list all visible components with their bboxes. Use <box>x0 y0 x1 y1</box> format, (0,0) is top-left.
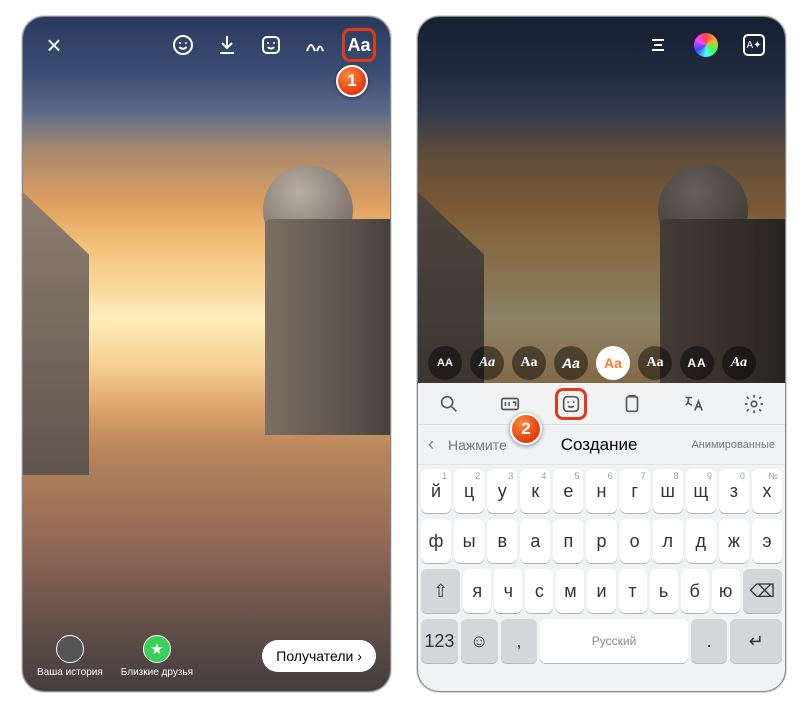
key-ь[interactable]: ь <box>650 569 678 613</box>
key-д[interactable]: д <box>686 519 716 563</box>
key-м[interactable]: м <box>556 569 584 613</box>
prev-suggestion[interactable]: ‹ <box>428 434 434 455</box>
font-chip[interactable]: Aa <box>638 346 672 380</box>
suggestion-bar: ‹ Нажмите Создание Анимированные <box>418 425 785 465</box>
shift-key[interactable]: ⇧ <box>421 569 460 613</box>
font-chip[interactable]: Aa <box>470 346 504 380</box>
key-н[interactable]: 6н <box>586 469 616 513</box>
align-icon[interactable] <box>641 28 675 62</box>
key-с[interactable]: с <box>525 569 553 613</box>
suggestion-hint[interactable]: Нажмите <box>448 437 507 453</box>
avatar-icon <box>56 635 84 663</box>
keyboard-toolbar <box>418 383 785 425</box>
key-в[interactable]: в <box>487 519 517 563</box>
key-ф[interactable]: ф <box>421 519 451 563</box>
sticker-keyboard-button[interactable] <box>555 388 587 420</box>
text-entry-screen: A✦ AA Aa Aa Aa Aa Aa AA Aa <box>417 16 786 692</box>
clipboard-icon[interactable] <box>616 388 648 420</box>
key-ч[interactable]: ч <box>494 569 522 613</box>
key-у[interactable]: 3у <box>487 469 517 513</box>
enter-key[interactable]: ↵ <box>730 619 782 663</box>
settings-icon[interactable] <box>738 388 770 420</box>
color-wheel-icon[interactable] <box>689 28 723 62</box>
key-т[interactable]: т <box>619 569 647 613</box>
keyboard-panel: 2 ‹ Нажмите Создание Анимированные 1й2ц3… <box>418 383 785 691</box>
key-ш[interactable]: 8ш <box>653 469 683 513</box>
annotation-marker-1: 1 <box>336 65 368 97</box>
text-tool-button[interactable]: Aa <box>342 28 376 62</box>
key-к[interactable]: 4к <box>520 469 550 513</box>
face-filter-icon[interactable] <box>166 28 200 62</box>
key-ж[interactable]: ж <box>719 519 749 563</box>
font-chip-active[interactable]: Aa <box>596 346 630 380</box>
keyboard-keys: 1й2ц3у4к5е6н7г8ш9щ0з№х фывапролджэ ⇧ ячс… <box>418 465 785 691</box>
key-я[interactable]: я <box>463 569 491 613</box>
your-story-label: Ваша история <box>37 667 103 678</box>
numbers-key[interactable]: 123 <box>421 619 458 663</box>
key-а[interactable]: а <box>520 519 550 563</box>
key-э[interactable]: э <box>752 519 782 563</box>
close-friends-button[interactable]: ★ Близкие друзья <box>121 635 193 678</box>
space-key[interactable]: Русский <box>540 619 687 663</box>
editor-toolbar: × Aa <box>23 17 390 73</box>
text-toolbar: A✦ <box>418 17 785 73</box>
suggestion-main[interactable]: Создание <box>561 435 638 455</box>
font-chip[interactable]: Aa <box>512 346 546 380</box>
sticker-icon[interactable] <box>254 28 288 62</box>
key-л[interactable]: л <box>653 519 683 563</box>
text-effects-icon[interactable]: A✦ <box>737 28 771 62</box>
key-щ[interactable]: 9щ <box>686 469 716 513</box>
story-editor-screen: × Aa 1 Ваша история ★ Близкие друзья Пол… <box>22 16 391 692</box>
suggestion-alt[interactable]: Анимированные <box>691 439 775 451</box>
comma-key[interactable]: , <box>501 619 538 663</box>
key-б[interactable]: б <box>681 569 709 613</box>
font-style-row[interactable]: AA Aa Aa Aa Aa Aa AA Aa <box>418 343 785 383</box>
key-ю[interactable]: ю <box>712 569 740 613</box>
chevron-right-icon: › <box>357 648 362 664</box>
star-icon: ★ <box>143 635 171 663</box>
key-о[interactable]: о <box>620 519 650 563</box>
close-button[interactable]: × <box>37 28 71 62</box>
recipients-button[interactable]: Получатели › <box>262 640 376 672</box>
key-е[interactable]: 5е <box>553 469 583 513</box>
draw-icon[interactable] <box>298 28 332 62</box>
key-х[interactable]: №х <box>752 469 782 513</box>
key-и[interactable]: и <box>587 569 615 613</box>
download-icon[interactable] <box>210 28 244 62</box>
key-з[interactable]: 0з <box>719 469 749 513</box>
key-п[interactable]: п <box>553 519 583 563</box>
your-story-button[interactable]: Ваша история <box>37 635 103 678</box>
key-г[interactable]: 7г <box>620 469 650 513</box>
key-ц[interactable]: 2ц <box>454 469 484 513</box>
key-ы[interactable]: ы <box>454 519 484 563</box>
backspace-key[interactable]: ⌫ <box>743 569 782 613</box>
font-chip[interactable]: Aa <box>554 346 588 380</box>
font-chip[interactable]: AA <box>428 346 462 380</box>
key-р[interactable]: р <box>586 519 616 563</box>
search-icon[interactable] <box>433 388 465 420</box>
emoji-key[interactable]: ☺ <box>461 619 498 663</box>
font-chip[interactable]: AA <box>680 346 714 380</box>
bg-shape <box>265 219 390 435</box>
share-bar: Ваша история ★ Близкие друзья Получатели… <box>23 621 390 691</box>
close-friends-label: Близкие друзья <box>121 667 193 678</box>
period-key[interactable]: . <box>691 619 728 663</box>
key-й[interactable]: 1й <box>421 469 451 513</box>
translate-icon[interactable] <box>677 388 709 420</box>
font-chip[interactable]: Aa <box>722 346 756 380</box>
recipients-label: Получатели <box>276 648 353 664</box>
annotation-marker-2: 2 <box>510 413 542 445</box>
